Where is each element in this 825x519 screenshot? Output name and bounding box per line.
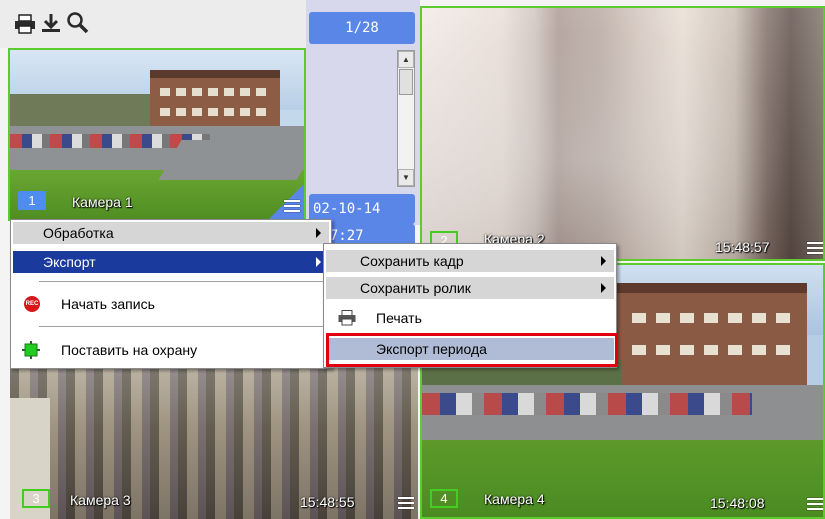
menu-item-export[interactable]: Экспорт [13,251,329,273]
chevron-right-icon [601,283,606,293]
menu-item-save-frame[interactable]: Сохранить кадр [326,250,614,272]
printer-icon [338,310,356,326]
camera-4-id[interactable]: 4 [430,489,458,508]
menu-item-arm[interactable]: Поставить на охрану [13,339,329,361]
chevron-right-icon [316,228,321,238]
record-icon: REC [24,296,40,312]
menu-item-print-label: Печать [376,310,422,326]
scroll-up-button[interactable]: ▲ [398,51,414,68]
menu-item-processing-label: Обработка [43,225,114,241]
camera-tile-1[interactable]: 1 Камера 1 [8,48,306,221]
chevron-right-icon [316,257,321,267]
archive-counter: 1/28 [309,12,415,44]
menu-divider [39,326,325,327]
scroll-thumb[interactable] [399,69,413,95]
menu-item-save-clip-label: Сохранить ролик [360,280,471,296]
camera-1-menu-icon[interactable] [284,200,300,213]
camera-3-time: 15:48:55 [300,494,355,510]
camera-2-video [422,8,823,259]
download-icon[interactable] [40,12,62,34]
camera-tile-2[interactable]: 2 Камера 2 15:48:57 [420,6,825,261]
menu-item-arm-label: Поставить на охрану [61,342,198,358]
camera-3-menu-icon[interactable] [398,497,414,510]
camera-4-menu-icon[interactable] [807,498,823,511]
scroll-down-button[interactable]: ▼ [398,169,414,186]
menu-item-start-recording-label: Начать запись [61,296,155,312]
chevron-right-icon [601,256,606,266]
menu-item-print[interactable]: Печать [326,307,614,329]
menu-item-export-label: Экспорт [43,254,96,270]
shield-arm-icon [22,341,40,359]
camera-tile-3[interactable]: 3 Камера 3 15:48:55 [10,368,418,519]
camera-2-menu-icon[interactable] [807,242,823,255]
camera-1-video [10,50,304,219]
menu-divider [39,281,325,282]
magnifier-icon[interactable] [66,11,90,35]
highlight-frame [326,333,618,367]
archive-scrollbar[interactable]: ▲ ▼ [397,50,415,187]
camera-4-name: Камера 4 [484,491,545,507]
menu-item-save-clip[interactable]: Сохранить ролик [326,277,614,299]
camera-3-name: Камера 3 [70,492,131,508]
camera-1-name: Камера 1 [72,194,133,210]
printer-icon[interactable] [14,14,36,34]
context-menu: Обработка Экспорт REC Начать запись Пост… [10,219,332,369]
menu-item-processing[interactable]: Обработка [13,222,329,244]
camera-2-time: 15:48:57 [715,239,770,255]
camera-4-time: 15:48:08 [710,495,765,511]
camera-1-id[interactable]: 1 [18,191,46,210]
menu-item-start-recording[interactable]: REC Начать запись [13,293,329,315]
camera-3-id[interactable]: 3 [22,489,50,508]
menu-item-save-frame-label: Сохранить кадр [360,253,464,269]
